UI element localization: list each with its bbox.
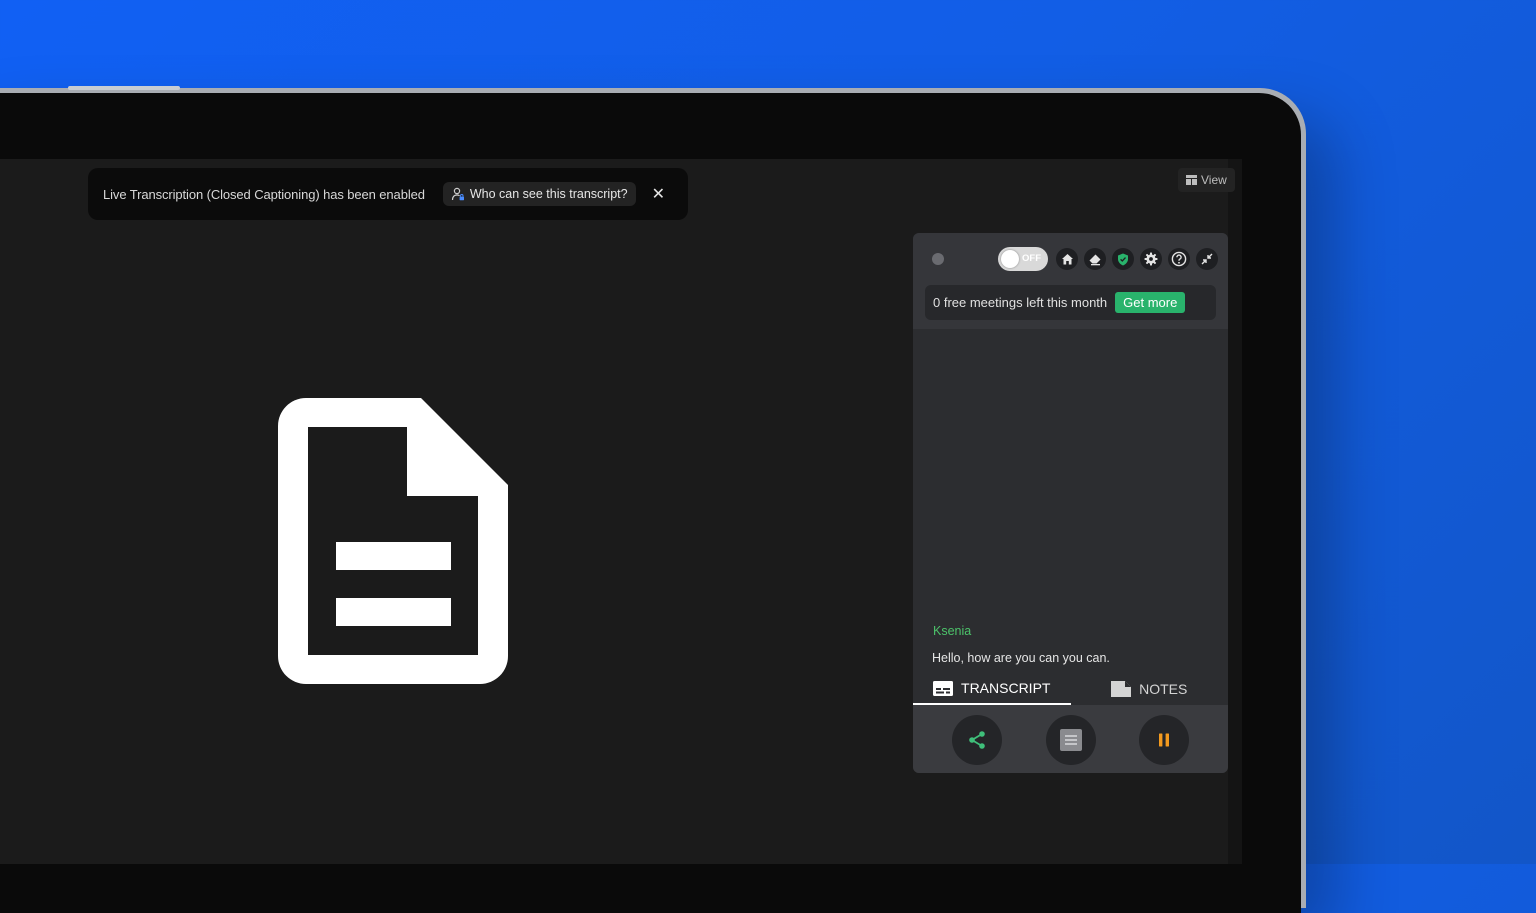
user-lock-icon [451, 187, 464, 201]
help-icon[interactable] [1168, 248, 1190, 270]
toggle-label: OFF [1022, 253, 1041, 264]
gear-icon[interactable] [1140, 248, 1162, 270]
get-more-button[interactable]: Get more [1115, 292, 1186, 313]
panel-actions-bar [913, 705, 1228, 773]
tab-notes-label: NOTES [1139, 681, 1188, 697]
transcription-banner: Live Transcription (Closed Captioning) h… [88, 168, 688, 220]
shield-icon[interactable] [1112, 248, 1134, 270]
pause-button[interactable] [1139, 715, 1189, 765]
document-icon [278, 398, 508, 684]
captions-icon [933, 680, 954, 696]
view-button[interactable]: View [1178, 168, 1235, 192]
who-can-see-label: Who can see this transcript? [469, 187, 628, 201]
banner-message: Live Transcription (Closed Captioning) h… [103, 186, 425, 202]
view-label: View [1201, 173, 1227, 187]
tab-transcript[interactable]: TRANSCRIPT [913, 673, 1071, 705]
share-button[interactable] [952, 715, 1002, 765]
recording-status-dot [932, 253, 944, 265]
close-icon[interactable]: ✕ [652, 184, 665, 204]
document-button[interactable] [1046, 715, 1096, 765]
share-icon [969, 731, 985, 749]
eraser-icon[interactable] [1084, 248, 1106, 270]
document-icon [1060, 729, 1082, 751]
toggle-knob [1001, 250, 1019, 268]
tab-notes[interactable]: NOTES [1071, 673, 1229, 705]
transcription-panel: OFF 0 free meetings left this month Get … [913, 233, 1228, 773]
home-icon[interactable] [1056, 248, 1078, 270]
note-icon [1111, 681, 1132, 697]
screen-edge [1228, 159, 1242, 864]
speaker-name: Ksenia [933, 624, 972, 638]
tab-transcript-label: TRANSCRIPT [961, 680, 1051, 696]
pause-icon [1159, 733, 1169, 747]
grid-view-icon [1186, 175, 1197, 185]
who-can-see-transcript-button[interactable]: Who can see this transcript? [442, 182, 636, 206]
panel-header: OFF 0 free meetings left this month Get … [913, 233, 1228, 329]
transcript-line: Hello, how are you can you can. [932, 651, 1110, 665]
free-meetings-quota: 0 free meetings left this month Get more [925, 285, 1216, 320]
panel-tabs: TRANSCRIPT NOTES [913, 673, 1228, 705]
collapse-icon[interactable] [1196, 248, 1218, 270]
transcription-toggle[interactable]: OFF [998, 247, 1048, 271]
quota-text: 0 free meetings left this month [933, 295, 1108, 310]
laptop-edge-highlight [68, 86, 180, 90]
